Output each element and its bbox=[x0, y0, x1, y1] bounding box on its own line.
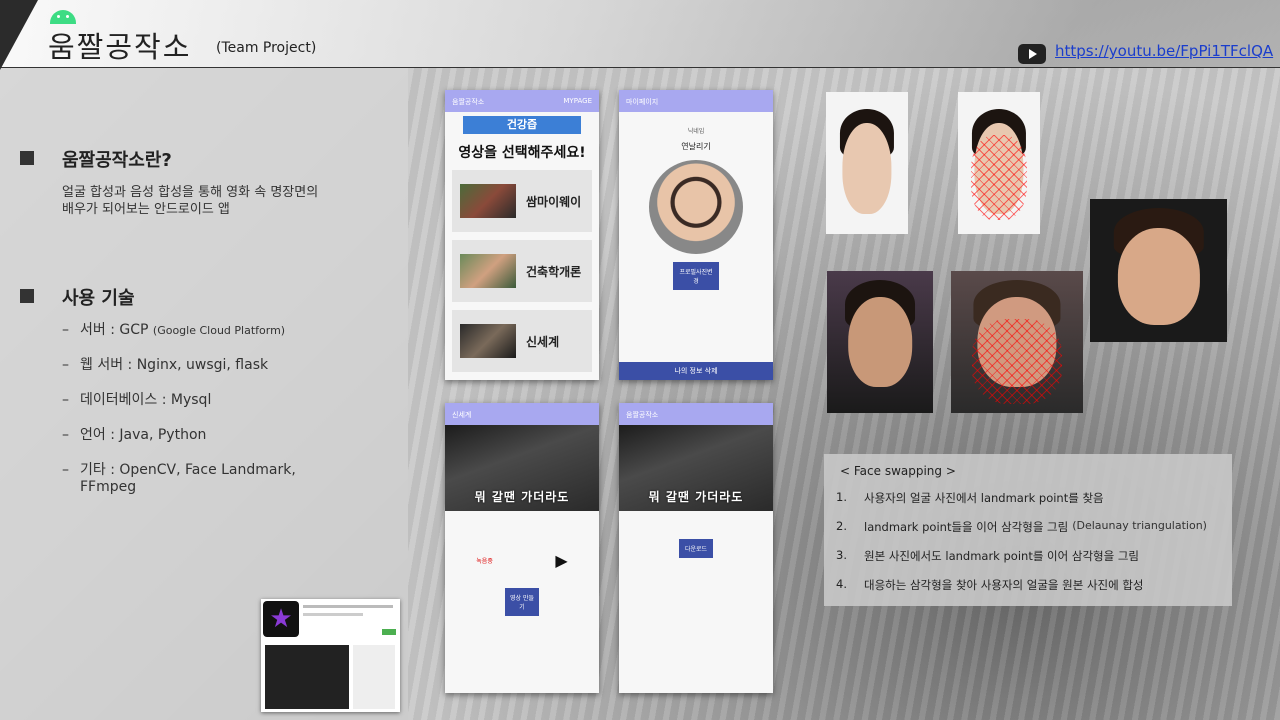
phone-screen-result: 움짤공작소 뭐 갈땐 가더라도 다운로드 bbox=[619, 403, 773, 693]
app-bar: 움짤공작소 bbox=[619, 403, 773, 425]
store-text-line bbox=[303, 613, 363, 616]
swapped-result-photo bbox=[1090, 199, 1227, 342]
intro-description: 얼굴 합성과 음성 합성을 통해 영화 속 명장면의 배우가 되어보는 안드로이… bbox=[62, 185, 319, 217]
video-title: 신세계 bbox=[526, 334, 560, 349]
video-title: 쌈마이웨이 bbox=[526, 194, 582, 209]
store-preview-image bbox=[265, 645, 349, 709]
landmark-mesh bbox=[971, 134, 1027, 220]
page-subtitle: (Team Project) bbox=[216, 40, 317, 56]
tech-item: 서버 : GCP (Google Cloud Platform) bbox=[62, 322, 342, 339]
app-star-icon: ★ bbox=[263, 601, 299, 637]
movie-frame: 뭐 갈땐 가더라도 bbox=[445, 425, 599, 511]
tech-item: 웹 서버 : Nginx, uwsgi, flask bbox=[62, 357, 342, 374]
screen-title: 움짤공작소 bbox=[626, 411, 659, 419]
face-swap-steps: 1. 사용자의 얼굴 사진에서 landmark point를 찾음 2. land… bbox=[836, 490, 1226, 606]
youtube-icon[interactable] bbox=[1018, 44, 1046, 64]
step-item: 1. 사용자의 얼굴 사진에서 landmark point를 찾음 bbox=[836, 490, 1104, 505]
tech-item: 언어 : Java, Python bbox=[62, 427, 342, 444]
tech-heading: 사용 기술 bbox=[62, 288, 135, 309]
video-card[interactable]: 신세계 bbox=[452, 310, 592, 372]
screen-title: 신세계 bbox=[452, 411, 472, 419]
nickname-value: 연날리기 bbox=[681, 142, 711, 151]
step-item: 2. landmark point들을 이어 삼각형을 그림 (Delaunay t… bbox=[836, 519, 1207, 534]
tech-item: 기타 : OpenCV, Face Landmark, FFmpeg bbox=[62, 462, 342, 496]
delete-info-button[interactable]: 나의 정보 삭제 bbox=[619, 362, 773, 380]
install-button bbox=[382, 629, 396, 635]
mypage-link[interactable]: MYPAGE bbox=[563, 97, 592, 105]
phone-screen-record: 신세계 뭐 갈땐 가더라도 녹음중 ▶ 영상 만들기 bbox=[445, 403, 599, 693]
nickname-label: 닉네임 bbox=[687, 128, 705, 135]
recording-label[interactable]: 녹음중 bbox=[476, 556, 493, 565]
select-heading: 영상을 선택해주세요! bbox=[458, 145, 586, 161]
user-photo-landmarks bbox=[958, 92, 1040, 234]
download-button[interactable]: 다운로드 bbox=[679, 539, 713, 558]
section-bullet bbox=[20, 289, 34, 303]
phone-screen-video-select: 움짤공작소 MYPAGE 건강즙 영상을 선택해주세요! 쌈마이웨이 건축학개론… bbox=[445, 90, 599, 380]
screen-title: 마이페이지 bbox=[626, 98, 659, 106]
original-photo bbox=[827, 271, 933, 413]
video-title: 건축학개론 bbox=[526, 264, 582, 279]
step-item: 3. 원본 사진에서도 landmark point를 이어 삼각형을 그림 bbox=[836, 548, 1140, 563]
youtube-link[interactable]: https://youtu.be/FpPi1TFclQA bbox=[1055, 37, 1275, 66]
section-bullet bbox=[20, 151, 34, 165]
movie-caption: 뭐 갈땐 가더라도 bbox=[648, 490, 744, 504]
change-photo-button[interactable]: 프로필사진변경 bbox=[673, 262, 719, 290]
app-bar: 움짤공작소 MYPAGE bbox=[445, 90, 599, 112]
photo-face bbox=[848, 296, 912, 388]
phone-screen-mypage: 마이페이지 닉네임 연날리기 프로필사진변경 나의 정보 삭제 bbox=[619, 90, 773, 380]
face-swap-title: < Face swapping > bbox=[840, 464, 956, 478]
movie-caption: 뭐 갈땐 가더라도 bbox=[474, 490, 570, 504]
landmark-mesh bbox=[972, 319, 1062, 405]
tech-item: 데이터베이스 : Mysql bbox=[62, 392, 342, 409]
video-thumbnail bbox=[460, 184, 516, 218]
corner-decoration-lower bbox=[0, 0, 38, 68]
app-store-screenshot: ★ bbox=[261, 599, 400, 712]
video-thumbnail bbox=[460, 324, 516, 358]
video-card[interactable]: 쌈마이웨이 bbox=[452, 170, 592, 232]
profile-photo bbox=[649, 160, 743, 254]
step-item: 4. 대응하는 삼각형을 찾아 사용자의 얼굴을 원본 사진에 합성 bbox=[836, 577, 1144, 592]
original-photo-landmarks bbox=[951, 271, 1083, 413]
face-swap-info-box: < Face swapping > 1. 사용자의 얼굴 사진에서 landmar… bbox=[824, 454, 1232, 606]
store-preview-image bbox=[353, 645, 395, 709]
user-photo bbox=[826, 92, 908, 234]
play-icon[interactable]: ▶ bbox=[555, 551, 567, 570]
video-thumbnail bbox=[460, 254, 516, 288]
video-card[interactable]: 건축학개론 bbox=[452, 240, 592, 302]
intro-heading: 움짤공작소란? bbox=[62, 150, 172, 171]
make-video-button[interactable]: 영상 만들기 bbox=[505, 588, 539, 616]
page-title: 움짤공작소 bbox=[48, 30, 192, 64]
movie-frame: 뭐 갈땐 가더라도 bbox=[619, 425, 773, 511]
app-bar: 신세계 bbox=[445, 403, 599, 425]
store-text-line bbox=[303, 605, 393, 608]
app-bar: 마이페이지 bbox=[619, 90, 773, 112]
photo-face bbox=[1117, 227, 1200, 325]
ad-banner[interactable]: 건강즙 bbox=[463, 116, 581, 134]
tech-list: 서버 : GCP (Google Cloud Platform) 웹 서버 : … bbox=[62, 322, 342, 514]
photo-face bbox=[842, 123, 892, 215]
app-name: 움짤공작소 bbox=[452, 98, 485, 106]
